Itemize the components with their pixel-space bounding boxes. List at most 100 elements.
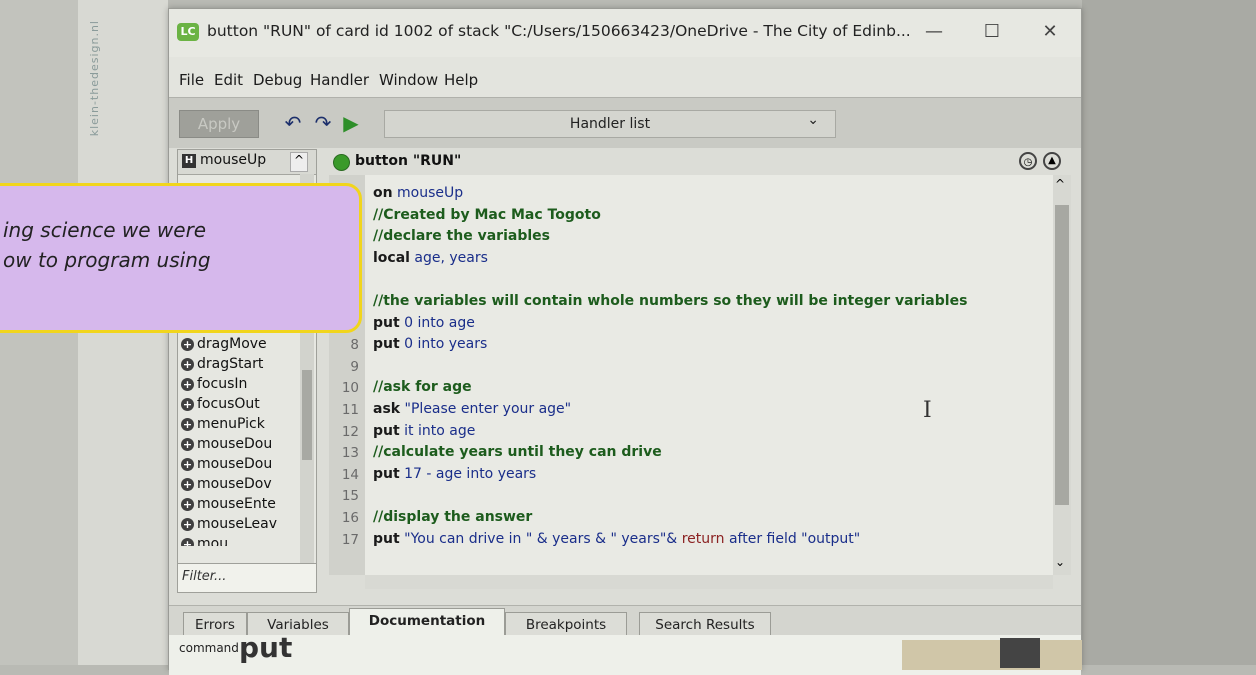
code-line: put it into age xyxy=(373,423,475,439)
collapse-icon[interactable]: ^ xyxy=(290,152,308,172)
minimize-icon[interactable]: — xyxy=(919,19,949,45)
code-line: put 17 - age into years xyxy=(373,466,536,482)
code-token: on xyxy=(373,185,393,201)
scroll-down-icon[interactable]: ⌄ xyxy=(1055,555,1065,569)
code-token: //calculate years until they can drive xyxy=(373,444,662,461)
code-line: ask "Please enter your age" xyxy=(373,401,571,417)
code-line: //calculate years until they can drive xyxy=(373,444,662,460)
line-number: 17 xyxy=(341,531,359,548)
line-number: 13 xyxy=(341,445,359,462)
menu-window[interactable]: Window xyxy=(379,71,438,89)
list-item[interactable]: + mouseDou xyxy=(178,436,298,456)
close-icon[interactable]: ✕ xyxy=(1035,19,1065,45)
title-bar: LC button "RUN" of card id 1002 of stack… xyxy=(169,9,1081,57)
chevron-down-icon: ⌄ xyxy=(807,112,819,128)
list-item[interactable]: + mouseEnte xyxy=(178,496,298,516)
editor-object-title: button "RUN" xyxy=(355,153,462,169)
code-editor[interactable]: on mouseUp //Created by Mac Mac Togoto /… xyxy=(365,175,1053,575)
plus-icon: + xyxy=(181,537,194,546)
list-item[interactable]: + dragStart xyxy=(178,356,298,376)
maximize-icon[interactable]: ☐ xyxy=(977,19,1007,45)
editor-header: button "RUN" ◷ ▲ xyxy=(329,149,1069,176)
list-item[interactable]: + mouseLeav xyxy=(178,516,298,536)
list-item[interactable]: + dragMove xyxy=(178,336,298,356)
line-number: 14 xyxy=(341,466,359,483)
toolbar: Apply ↶ ↷ ▶ Handler list ⌄ xyxy=(169,97,1081,148)
code-token: local xyxy=(373,249,410,266)
code-token: it into age xyxy=(399,422,476,439)
plus-icon: + xyxy=(181,377,194,391)
status-dot-icon xyxy=(333,154,350,171)
handler-list-header[interactable]: H mouseUp ^ xyxy=(178,150,316,175)
code-line: //the variables will contain whole numbe… xyxy=(373,293,967,309)
list-item[interactable]: + focusIn xyxy=(178,376,298,396)
code-token: after field "output" xyxy=(724,530,861,547)
menu-file[interactable]: File xyxy=(179,71,204,89)
plus-icon: + xyxy=(181,437,194,451)
bottom-tab-bar: Errors Variables Documentation Breakpoin… xyxy=(169,605,1081,637)
menu-handler[interactable]: Handler xyxy=(310,71,369,89)
caption-callout: ing science we were ow to program using xyxy=(0,183,362,333)
line-number: 10 xyxy=(341,380,359,397)
code-line: //ask for age xyxy=(373,379,472,395)
code-token: mouseUp xyxy=(392,185,464,201)
code-token: //declare the variables xyxy=(373,228,550,245)
selected-handler-label: mouseUp xyxy=(200,152,267,168)
filter-input[interactable]: Filter... xyxy=(177,563,317,593)
tab-search-results[interactable]: Search Results xyxy=(639,612,771,637)
list-item[interactable]: + mouseDov xyxy=(178,476,298,496)
filter-placeholder: Filter... xyxy=(182,569,227,584)
menu-edit[interactable]: Edit xyxy=(214,71,243,89)
code-token: 0 into years xyxy=(399,336,488,353)
line-number: 11 xyxy=(341,402,359,418)
code-line: put 0 into age xyxy=(373,315,475,331)
scroll-up-icon[interactable]: ^ xyxy=(1055,177,1065,191)
menu-help[interactable]: Help xyxy=(444,71,478,89)
tab-breakpoints[interactable]: Breakpoints xyxy=(505,612,627,637)
code-line: local age, years xyxy=(373,250,488,266)
plus-icon: + xyxy=(181,457,194,471)
undo-icon[interactable]: ↶ xyxy=(281,110,305,136)
code-line: on mouseUp xyxy=(373,185,463,201)
editor-horizontal-scrollbar[interactable] xyxy=(365,575,1053,589)
code-token: //ask for age xyxy=(373,379,472,396)
plus-icon: + xyxy=(181,477,194,491)
handler-list-select[interactable]: Handler list ⌄ xyxy=(384,110,836,138)
editor-scroll-thumb[interactable] xyxy=(1055,205,1069,505)
code-token: put xyxy=(373,422,400,439)
window-title: button "RUN" of card id 1002 of stack "C… xyxy=(207,22,911,40)
code-token: ask xyxy=(373,401,401,417)
plus-icon: + xyxy=(181,357,194,371)
list-item[interactable]: + menuPick xyxy=(178,416,298,436)
line-number: 9 xyxy=(350,358,359,375)
tab-documentation[interactable]: Documentation xyxy=(349,608,505,637)
code-token: //Created by Mac Mac Togoto xyxy=(373,206,601,223)
list-item[interactable]: + mou xyxy=(178,536,298,546)
code-token: put xyxy=(373,530,400,547)
tab-errors[interactable]: Errors xyxy=(183,612,247,637)
chevron-up-icon[interactable]: ▲ xyxy=(1043,152,1061,170)
code-token: "You can drive in " & years & " years"& xyxy=(399,530,682,547)
clock-icon[interactable]: ◷ xyxy=(1019,152,1037,170)
doc-entry-name: put xyxy=(239,631,293,664)
plus-icon: + xyxy=(181,397,194,411)
handler-list-scroll-thumb[interactable] xyxy=(302,370,312,460)
redo-icon[interactable]: ↷ xyxy=(311,110,335,136)
plus-icon: + xyxy=(181,337,194,351)
menu-debug[interactable]: Debug xyxy=(253,71,302,89)
callout-text-line-2: ow to program using xyxy=(3,248,211,272)
handler-badge-icon: H xyxy=(182,154,196,168)
line-number: 8 xyxy=(350,337,359,354)
text-cursor-icon: I xyxy=(923,398,932,423)
script-editor-window: LC button "RUN" of card id 1002 of stack… xyxy=(168,8,1082,675)
code-token: return xyxy=(681,530,725,547)
livecode-app-icon: LC xyxy=(177,23,199,41)
code-line: put "You can drive in " & years & " year… xyxy=(373,531,860,547)
code-line: put 0 into years xyxy=(373,336,487,352)
apply-button[interactable]: Apply xyxy=(179,110,259,138)
list-item[interactable]: + focusOut xyxy=(178,396,298,416)
run-icon[interactable]: ▶ xyxy=(339,110,363,136)
list-item[interactable]: + mouseDou xyxy=(178,456,298,476)
callout-text-line-1: ing science we were xyxy=(3,218,207,242)
line-number: 16 xyxy=(341,510,359,526)
